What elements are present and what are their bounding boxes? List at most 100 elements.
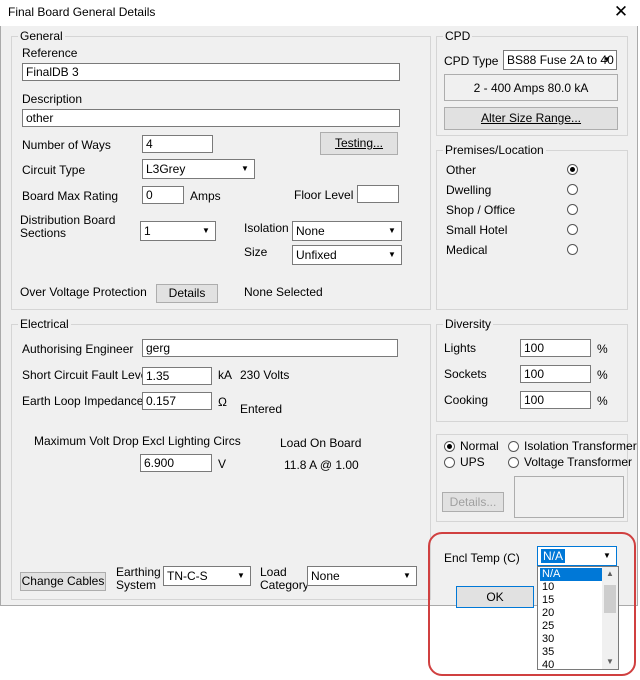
title-bar: Final Board General Details ✕	[0, 0, 640, 26]
isolation-select[interactable]: None ▼	[292, 221, 402, 241]
earthing-select[interactable]: TN-C-S ▼	[163, 566, 251, 586]
isolation-label: Isolation	[244, 221, 289, 235]
ways-input[interactable]: 4	[142, 135, 213, 153]
diversity-cooking-input[interactable]: 100	[520, 391, 591, 409]
supply-voltage-transformer-label: Voltage Transformer	[524, 455, 633, 469]
vdrop-label: Maximum Volt Drop Excl Lighting Circs	[34, 434, 241, 448]
sections-value: 1	[144, 224, 151, 238]
annotation-highlight-ring	[428, 532, 636, 676]
premises-option-small-hotel: Small Hotel	[446, 223, 508, 237]
diversity-sockets-unit: %	[597, 368, 608, 382]
cpd-range-text: 2 - 400 Amps 80.0 kA	[473, 81, 589, 95]
premises-option-dwelling: Dwelling	[446, 183, 492, 197]
sections-select[interactable]: 1 ▼	[140, 221, 216, 241]
electrical-legend: Electrical	[18, 317, 71, 331]
testing-button[interactable]: Testing...	[320, 132, 398, 155]
supply-isolation-transformer-label: Isolation Transformer	[524, 439, 637, 453]
premises-option-other: Other	[446, 163, 477, 177]
supply-ups-label: UPS	[460, 455, 485, 469]
diversity-cooking-unit: %	[597, 394, 608, 408]
premises-radio-small-hotel[interactable]	[567, 224, 578, 235]
size-value: Unfixed	[296, 248, 337, 262]
circuit-type-value: L3Grey	[146, 162, 186, 176]
premises-radio-dwelling[interactable]	[567, 184, 578, 195]
reference-input[interactable]: FinalDB 3	[22, 63, 400, 81]
sections-label-line1: Distribution Board	[20, 213, 116, 227]
cpd-type-select[interactable]: BS88 Fuse 2A to 40 ▼	[503, 50, 617, 70]
close-icon[interactable]: ✕	[608, 1, 634, 23]
diversity-lights-input[interactable]: 100	[520, 339, 591, 357]
load-category-label-line2: Category	[260, 578, 309, 592]
supply-info-panel	[514, 476, 624, 518]
board-max-label: Board Max Rating	[22, 189, 119, 203]
engineer-label: Authorising Engineer	[22, 342, 134, 356]
diversity-sockets-label: Sockets	[444, 367, 487, 381]
description-label: Description	[22, 92, 83, 106]
cpd-range-panel: 2 - 400 Amps 80.0 kA	[444, 74, 618, 101]
description-input[interactable]: other	[22, 109, 400, 127]
ovp-status: None Selected	[244, 285, 323, 299]
volts-text: 230 Volts	[240, 368, 290, 382]
premises-radio-other[interactable]	[567, 164, 578, 175]
chevron-down-icon: ▼	[603, 55, 611, 64]
size-label: Size	[244, 245, 268, 259]
floor-level-input[interactable]	[357, 185, 399, 203]
entered-text: Entered	[240, 402, 283, 416]
circuit-type-label: Circuit Type	[22, 163, 86, 177]
supply-normal-label: Normal	[460, 439, 499, 453]
chevron-down-icon: ▼	[241, 164, 249, 173]
ways-label: Number of Ways	[22, 138, 111, 152]
cpd-type-label: CPD Type	[444, 54, 499, 68]
premises-radio-shop-office[interactable]	[567, 204, 578, 215]
diversity-lights-unit: %	[597, 342, 608, 356]
circuit-type-select[interactable]: L3Grey ▼	[142, 159, 255, 179]
board-max-input[interactable]: 0	[142, 186, 184, 204]
premises-option-medical: Medical	[446, 243, 488, 257]
supply-radio-isolation-transformer[interactable]	[508, 441, 519, 452]
supply-radio-voltage-transformer[interactable]	[508, 457, 519, 468]
load-label: Load On Board	[280, 436, 362, 450]
chevron-down-icon: ▼	[388, 226, 396, 235]
load-value: 11.8 A @ 1.00	[284, 458, 359, 472]
size-select[interactable]: Unfixed ▼	[292, 245, 402, 265]
earthing-label-line1: Earthing	[116, 565, 161, 579]
chevron-down-icon: ▼	[202, 226, 210, 235]
ovp-label: Over Voltage Protection	[20, 285, 147, 299]
cpd-type-value: BS88 Fuse 2A to 40	[507, 53, 614, 67]
supply-details-button[interactable]: Details...	[442, 492, 504, 512]
chevron-down-icon: ▼	[388, 250, 396, 259]
earthing-value: TN-C-S	[167, 569, 208, 583]
change-cables-button[interactable]: Change Cables	[20, 572, 106, 591]
cpd-legend: CPD	[443, 29, 473, 43]
amps-unit: Amps	[190, 189, 221, 203]
eli-unit: Ω	[218, 395, 227, 409]
chevron-down-icon: ▼	[237, 571, 245, 580]
reference-label: Reference	[22, 46, 78, 60]
vdrop-unit: V	[218, 457, 227, 471]
earthing-label-line2: System	[116, 578, 157, 592]
diversity-lights-label: Lights	[444, 341, 477, 355]
ovp-details-button[interactable]: Details	[156, 284, 218, 303]
scfl-unit: kA	[218, 368, 233, 382]
isolation-value: None	[296, 224, 325, 238]
load-category-value: None	[311, 569, 340, 583]
diversity-sockets-input[interactable]: 100	[520, 365, 591, 383]
testing-button-label: Testing...	[334, 136, 384, 150]
supply-radio-ups[interactable]	[444, 457, 455, 468]
premises-radio-medical[interactable]	[567, 244, 578, 255]
load-category-select[interactable]: None ▼	[307, 566, 417, 586]
supply-radio-normal[interactable]	[444, 441, 455, 452]
vdrop-input[interactable]: 6.900	[140, 454, 212, 472]
scfl-input[interactable]: 1.35	[142, 367, 212, 385]
premises-option-shop-office: Shop / Office	[446, 203, 516, 217]
eli-label: Earth Loop Impedance	[22, 394, 144, 408]
scfl-label: Short Circuit Fault Level	[22, 368, 151, 382]
diversity-cooking-label: Cooking	[444, 393, 489, 407]
alter-size-range-button[interactable]: Alter Size Range...	[444, 107, 618, 130]
eli-input[interactable]: 0.157	[142, 392, 212, 410]
general-legend: General	[18, 29, 65, 43]
premises-legend: Premises/Location	[443, 143, 546, 157]
window-title: Final Board General Details	[8, 5, 156, 19]
engineer-input[interactable]: gerg	[142, 339, 398, 357]
load-category-label-line1: Load	[260, 565, 287, 579]
